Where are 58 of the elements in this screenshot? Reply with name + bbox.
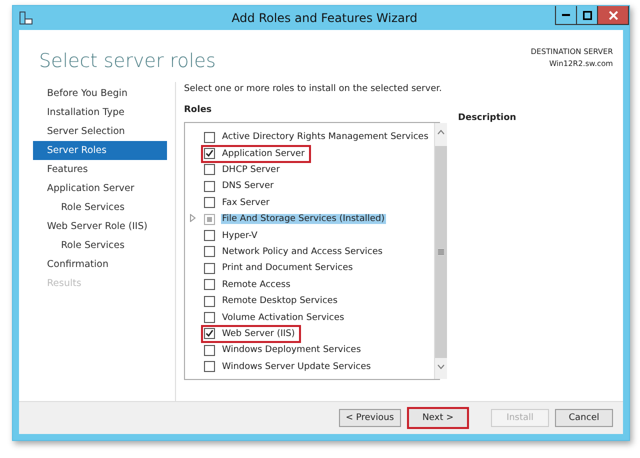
nav-item[interactable]: Server Selection: [33, 122, 167, 141]
wizard-button[interactable]: Next >: [407, 407, 469, 429]
checkbox[interactable]: [204, 180, 215, 192]
maximize-icon: [582, 10, 592, 20]
expand-icon[interactable]: [190, 214, 196, 222]
role-label[interactable]: Print and Document Services: [221, 263, 354, 274]
scrollbar[interactable]: [434, 123, 448, 379]
role-label[interactable]: File And Storage Services (Installed): [221, 214, 386, 224]
nav-item[interactable]: Before You Begin: [33, 84, 167, 103]
checkbox[interactable]: [204, 361, 215, 372]
minimize-icon: [562, 14, 570, 16]
description-heading: Description: [458, 113, 516, 123]
close-icon: [608, 10, 618, 20]
role-label[interactable]: DHCP Server: [221, 164, 281, 175]
checkbox[interactable]: [204, 246, 215, 258]
wizard-button[interactable]: Cancel: [555, 409, 613, 427]
nav-item[interactable]: Features: [33, 160, 167, 179]
nav-item[interactable]: Role Services: [33, 236, 167, 255]
role-label[interactable]: Remote Access: [221, 280, 292, 290]
nav-item[interactable]: Installation Type: [33, 103, 167, 122]
scroll-down-icon[interactable]: [437, 364, 446, 370]
close-button[interactable]: [597, 6, 629, 25]
checkbox[interactable]: [204, 312, 215, 323]
checkbox[interactable]: [204, 296, 215, 307]
checkbox[interactable]: [204, 279, 215, 290]
instruction-text: Select one or more roles to install on the selected server.: [184, 84, 443, 94]
role-label[interactable]: Windows Server Update Services: [221, 362, 372, 372]
wizard-button[interactable]: < Previous: [338, 409, 401, 427]
nav-item[interactable]: Role Services: [33, 198, 167, 217]
nav-item[interactable]: Web Server Role (IIS): [33, 217, 167, 236]
role-label[interactable]: Windows Deployment Services: [221, 345, 362, 356]
role-label[interactable]: Active Directory Rights Management Services: [221, 132, 430, 142]
role-label[interactable]: Volume Activation Services: [221, 312, 346, 322]
nav-item[interactable]: Confirmation: [33, 255, 167, 274]
nav-item[interactable]: Application Server: [33, 179, 167, 198]
checkbox[interactable]: [204, 344, 215, 356]
role-label[interactable]: DNS Server: [221, 181, 275, 192]
scroll-up-icon[interactable]: [437, 129, 446, 135]
checkbox[interactable]: [204, 262, 215, 274]
checkbox[interactable]: [204, 230, 215, 242]
role-label[interactable]: Hyper-V: [221, 230, 258, 241]
checkbox[interactable]: [204, 197, 215, 208]
checkbox[interactable]: [204, 214, 215, 225]
checkbox[interactable]: [204, 132, 215, 143]
scroll-thumb[interactable]: [435, 146, 448, 358]
server-icon: [19, 11, 33, 25]
role-label[interactable]: Fax Server: [221, 198, 271, 208]
checkbox[interactable]: [204, 148, 215, 160]
role-label[interactable]: Remote Desktop Services: [221, 296, 339, 306]
checkbox[interactable]: [204, 328, 215, 340]
window-title: Add Roles and Features Wizard: [230, 11, 418, 25]
minimize-button[interactable]: [555, 6, 577, 25]
maximize-button[interactable]: [576, 6, 598, 25]
roles-heading: Roles: [184, 105, 213, 117]
role-label[interactable]: Network Policy and Access Services: [221, 246, 384, 257]
nav-item[interactable]: Server Roles: [33, 141, 167, 160]
page-title: Select server roles: [39, 50, 216, 74]
checkbox[interactable]: [204, 164, 215, 176]
